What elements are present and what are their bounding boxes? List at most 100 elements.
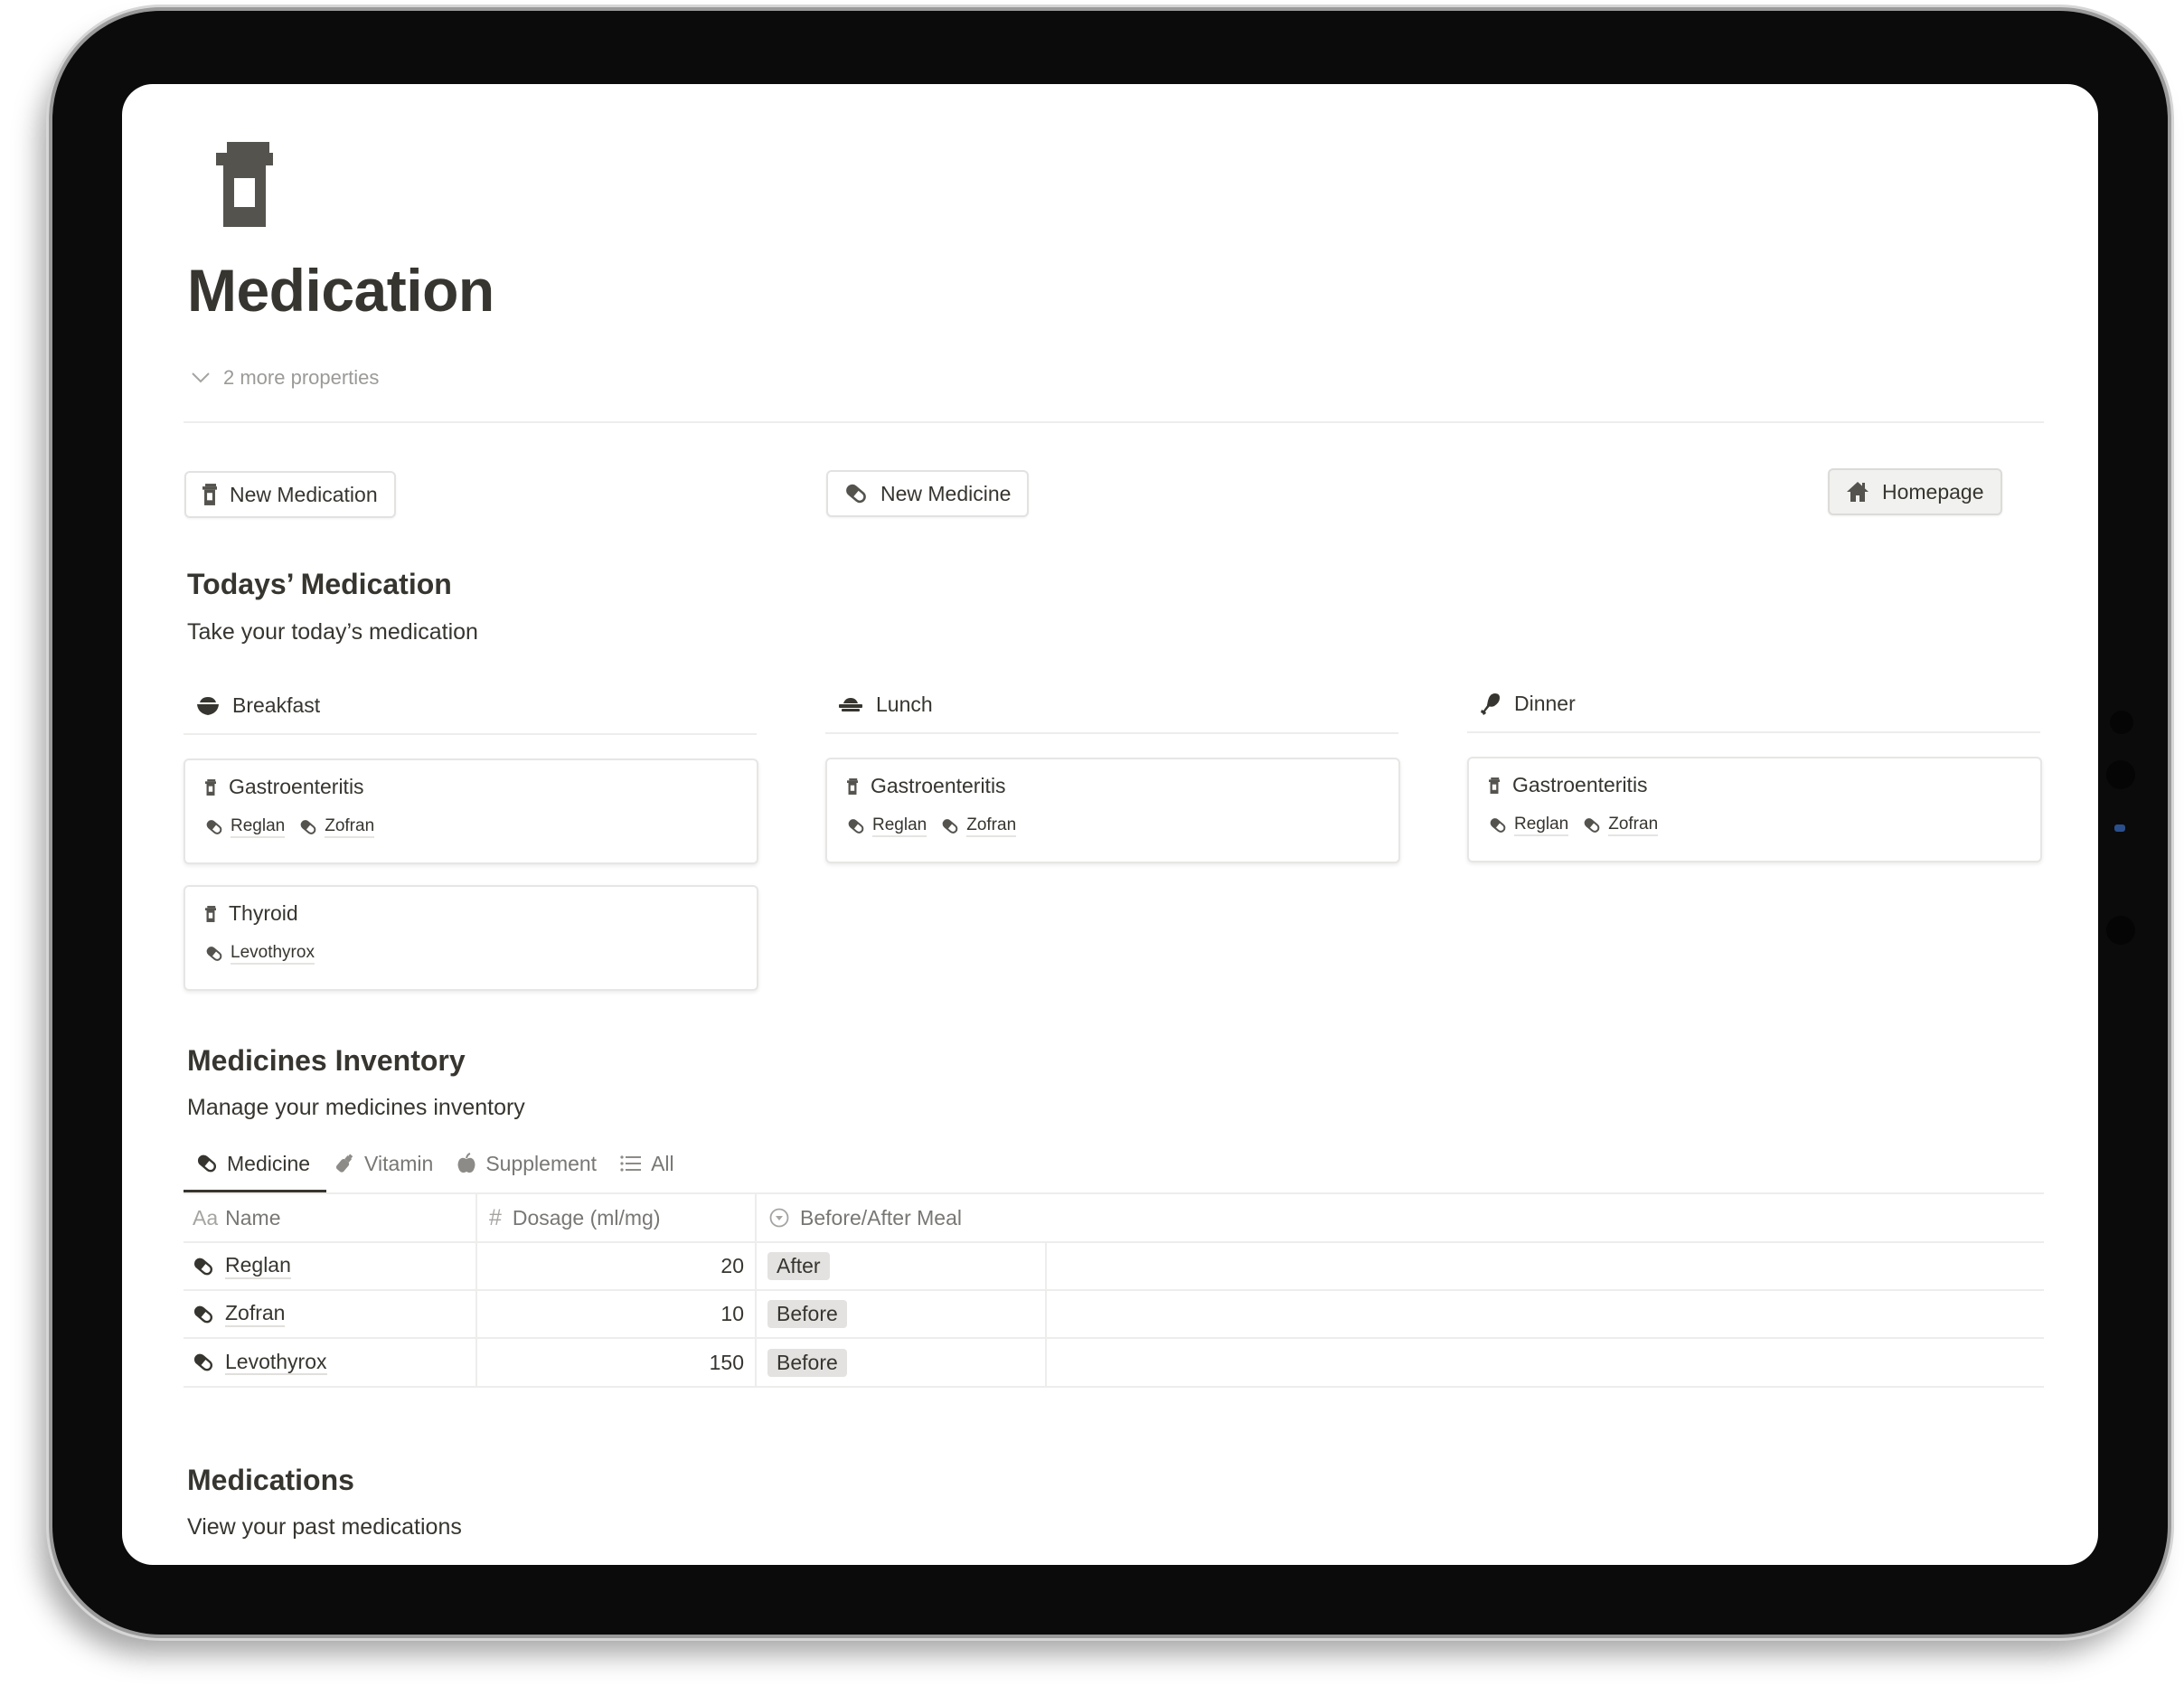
pill-icon	[193, 1353, 213, 1371]
pill-icon	[848, 819, 864, 834]
pill-bottle-icon	[202, 484, 217, 505]
meal-timing-badge: Before	[767, 1348, 847, 1377]
meal-header-lunch[interactable]: Lunch	[838, 693, 933, 717]
card-title: Gastroenteritis	[205, 775, 364, 799]
medicine-tag[interactable]: Zofran	[299, 816, 375, 838]
chevron-down-icon	[192, 372, 210, 383]
column-header-label: Before/After Meal	[800, 1205, 962, 1230]
medicine-tag[interactable]: Zofran	[941, 815, 1017, 837]
meal-header-breakfast[interactable]: Breakfast	[196, 693, 320, 718]
row-dosage[interactable]: 10	[477, 1291, 744, 1337]
new-medication-button[interactable]: New Medication	[184, 471, 396, 518]
table-row[interactable]: Levothyrox 150 Before	[184, 1339, 2044, 1388]
homepage-button[interactable]: Homepage	[1828, 468, 2002, 515]
text-type-icon: Aa	[193, 1205, 219, 1230]
row-meal[interactable]: Before	[767, 1339, 847, 1386]
medication-card[interactable]: Gastroenteritis Reglan Zofran	[1467, 757, 2042, 862]
pill-icon	[1490, 818, 1506, 833]
tab-vitamin[interactable]: Vitamin	[323, 1145, 446, 1182]
pill-icon	[1584, 818, 1600, 833]
medications-subtitle: View your past medications	[187, 1514, 462, 1540]
row-name[interactable]: Zofran	[193, 1291, 286, 1337]
pill-bottle-icon	[847, 777, 858, 795]
medicine-tag[interactable]: Zofran	[1583, 815, 1659, 836]
new-medication-label: New Medication	[230, 482, 378, 506]
medicine-tag-label: Zofran	[966, 815, 1017, 837]
inventory-subtitle: Manage your medicines inventory	[187, 1095, 525, 1120]
medicine-tag[interactable]: Reglan	[1489, 815, 1569, 836]
row-dosage[interactable]: 20	[477, 1243, 744, 1289]
table-row[interactable]: Reglan 20 After	[184, 1243, 2044, 1291]
meal-label: Dinner	[1514, 692, 1576, 715]
row-meal[interactable]: After	[767, 1243, 830, 1289]
row-meal[interactable]: Before	[767, 1291, 847, 1337]
row-name[interactable]: Levothyrox	[193, 1339, 327, 1386]
row-name[interactable]: Reglan	[193, 1243, 291, 1289]
new-medicine-button[interactable]: New Medicine	[826, 470, 1030, 517]
card-title-text: Gastroenteritis	[1512, 773, 1648, 796]
more-properties-label: 2 more properties	[223, 366, 380, 389]
column-header-meal[interactable]: Before/After Meal	[769, 1194, 962, 1241]
medications-heading: Medications	[187, 1464, 354, 1496]
column-divider	[1045, 1243, 1047, 1289]
medication-card[interactable]: Thyroid Levothyrox	[184, 885, 758, 991]
medicine-tag[interactable]: Reglan	[847, 815, 927, 837]
header-divider	[184, 421, 2044, 423]
row-dosage[interactable]: 150	[477, 1339, 744, 1386]
pill-bottle-icon[interactable]	[216, 142, 273, 227]
card-title: Gastroenteritis	[1489, 773, 1648, 797]
meal-label: Breakfast	[232, 693, 321, 717]
meal-header-dinner[interactable]: Dinner	[1480, 692, 1576, 716]
homepage-label: Homepage	[1882, 479, 1984, 504]
column-divider	[755, 1243, 757, 1289]
medicine-tag-label: Levothyrox	[231, 943, 315, 965]
meal-timing-badge: Before	[767, 1300, 847, 1328]
medicine-tag-label: Reglan	[231, 816, 286, 838]
meal-divider	[1467, 731, 2040, 733]
medicine-tag-label: Reglan	[872, 815, 927, 837]
meal-divider	[184, 733, 757, 735]
tab-all[interactable]: All	[609, 1145, 687, 1182]
medicine-tag[interactable]: Levothyrox	[205, 943, 315, 965]
medicine-tag-label: Reglan	[1514, 815, 1569, 836]
card-title: Thyroid	[205, 901, 298, 926]
column-header-dosage[interactable]: # Dosage (ml/mg)	[489, 1194, 661, 1241]
tab-supplement[interactable]: Supplement	[446, 1145, 609, 1182]
vitamin-bottle-icon	[336, 1154, 353, 1173]
column-header-name[interactable]: Aa Name	[193, 1194, 281, 1241]
medicine-tag-label: Zofran	[1608, 815, 1659, 836]
card-title-text: Gastroenteritis	[229, 775, 364, 798]
pill-icon	[197, 1154, 217, 1173]
tab-medicine[interactable]: Medicine	[185, 1145, 323, 1182]
column-divider	[755, 1339, 757, 1386]
meal-label: Lunch	[876, 693, 933, 716]
todays-medication-heading: Todays’ Medication	[187, 568, 452, 600]
new-medicine-label: New Medicine	[880, 481, 1012, 505]
pill-bottle-icon	[205, 905, 216, 922]
column-divider	[475, 1194, 477, 1241]
page-title[interactable]: Medication	[187, 256, 494, 325]
view-tabs: Medicine Vitamin Supplement All	[185, 1145, 687, 1182]
more-properties-toggle[interactable]: 2 more properties	[191, 366, 379, 390]
table-header-row: Aa Name # Dosage (ml/mg) Before/After Me…	[184, 1194, 2044, 1243]
medicine-name[interactable]: Levothyrox	[225, 1350, 327, 1376]
pill-icon	[193, 1305, 213, 1323]
medication-card[interactable]: Gastroenteritis Reglan Zofran	[825, 758, 1400, 863]
drumstick-icon	[1481, 693, 1500, 715]
inventory-table: Aa Name # Dosage (ml/mg) Before/After Me…	[184, 1192, 2044, 1470]
medicine-tag[interactable]: Reglan	[205, 816, 286, 838]
pill-bottle-icon	[1489, 777, 1500, 794]
list-icon	[620, 1155, 642, 1172]
table-row[interactable]: Zofran 10 Before	[184, 1291, 2044, 1339]
medicine-name[interactable]: Reglan	[225, 1253, 291, 1279]
card-title-text: Gastroenteritis	[871, 774, 1006, 797]
inventory-heading: Medicines Inventory	[187, 1044, 466, 1077]
column-header-label: Dosage (ml/mg)	[512, 1205, 661, 1230]
pill-icon	[206, 820, 222, 834]
number-type-icon: #	[489, 1204, 502, 1230]
pill-icon	[846, 484, 866, 504]
medicine-name[interactable]: Zofran	[225, 1301, 286, 1327]
camera-lens	[2106, 760, 2135, 789]
notion-page: Medication 2 more properties New Medicat…	[122, 84, 2098, 1565]
medication-card[interactable]: Gastroenteritis Reglan Zofran	[184, 758, 758, 864]
